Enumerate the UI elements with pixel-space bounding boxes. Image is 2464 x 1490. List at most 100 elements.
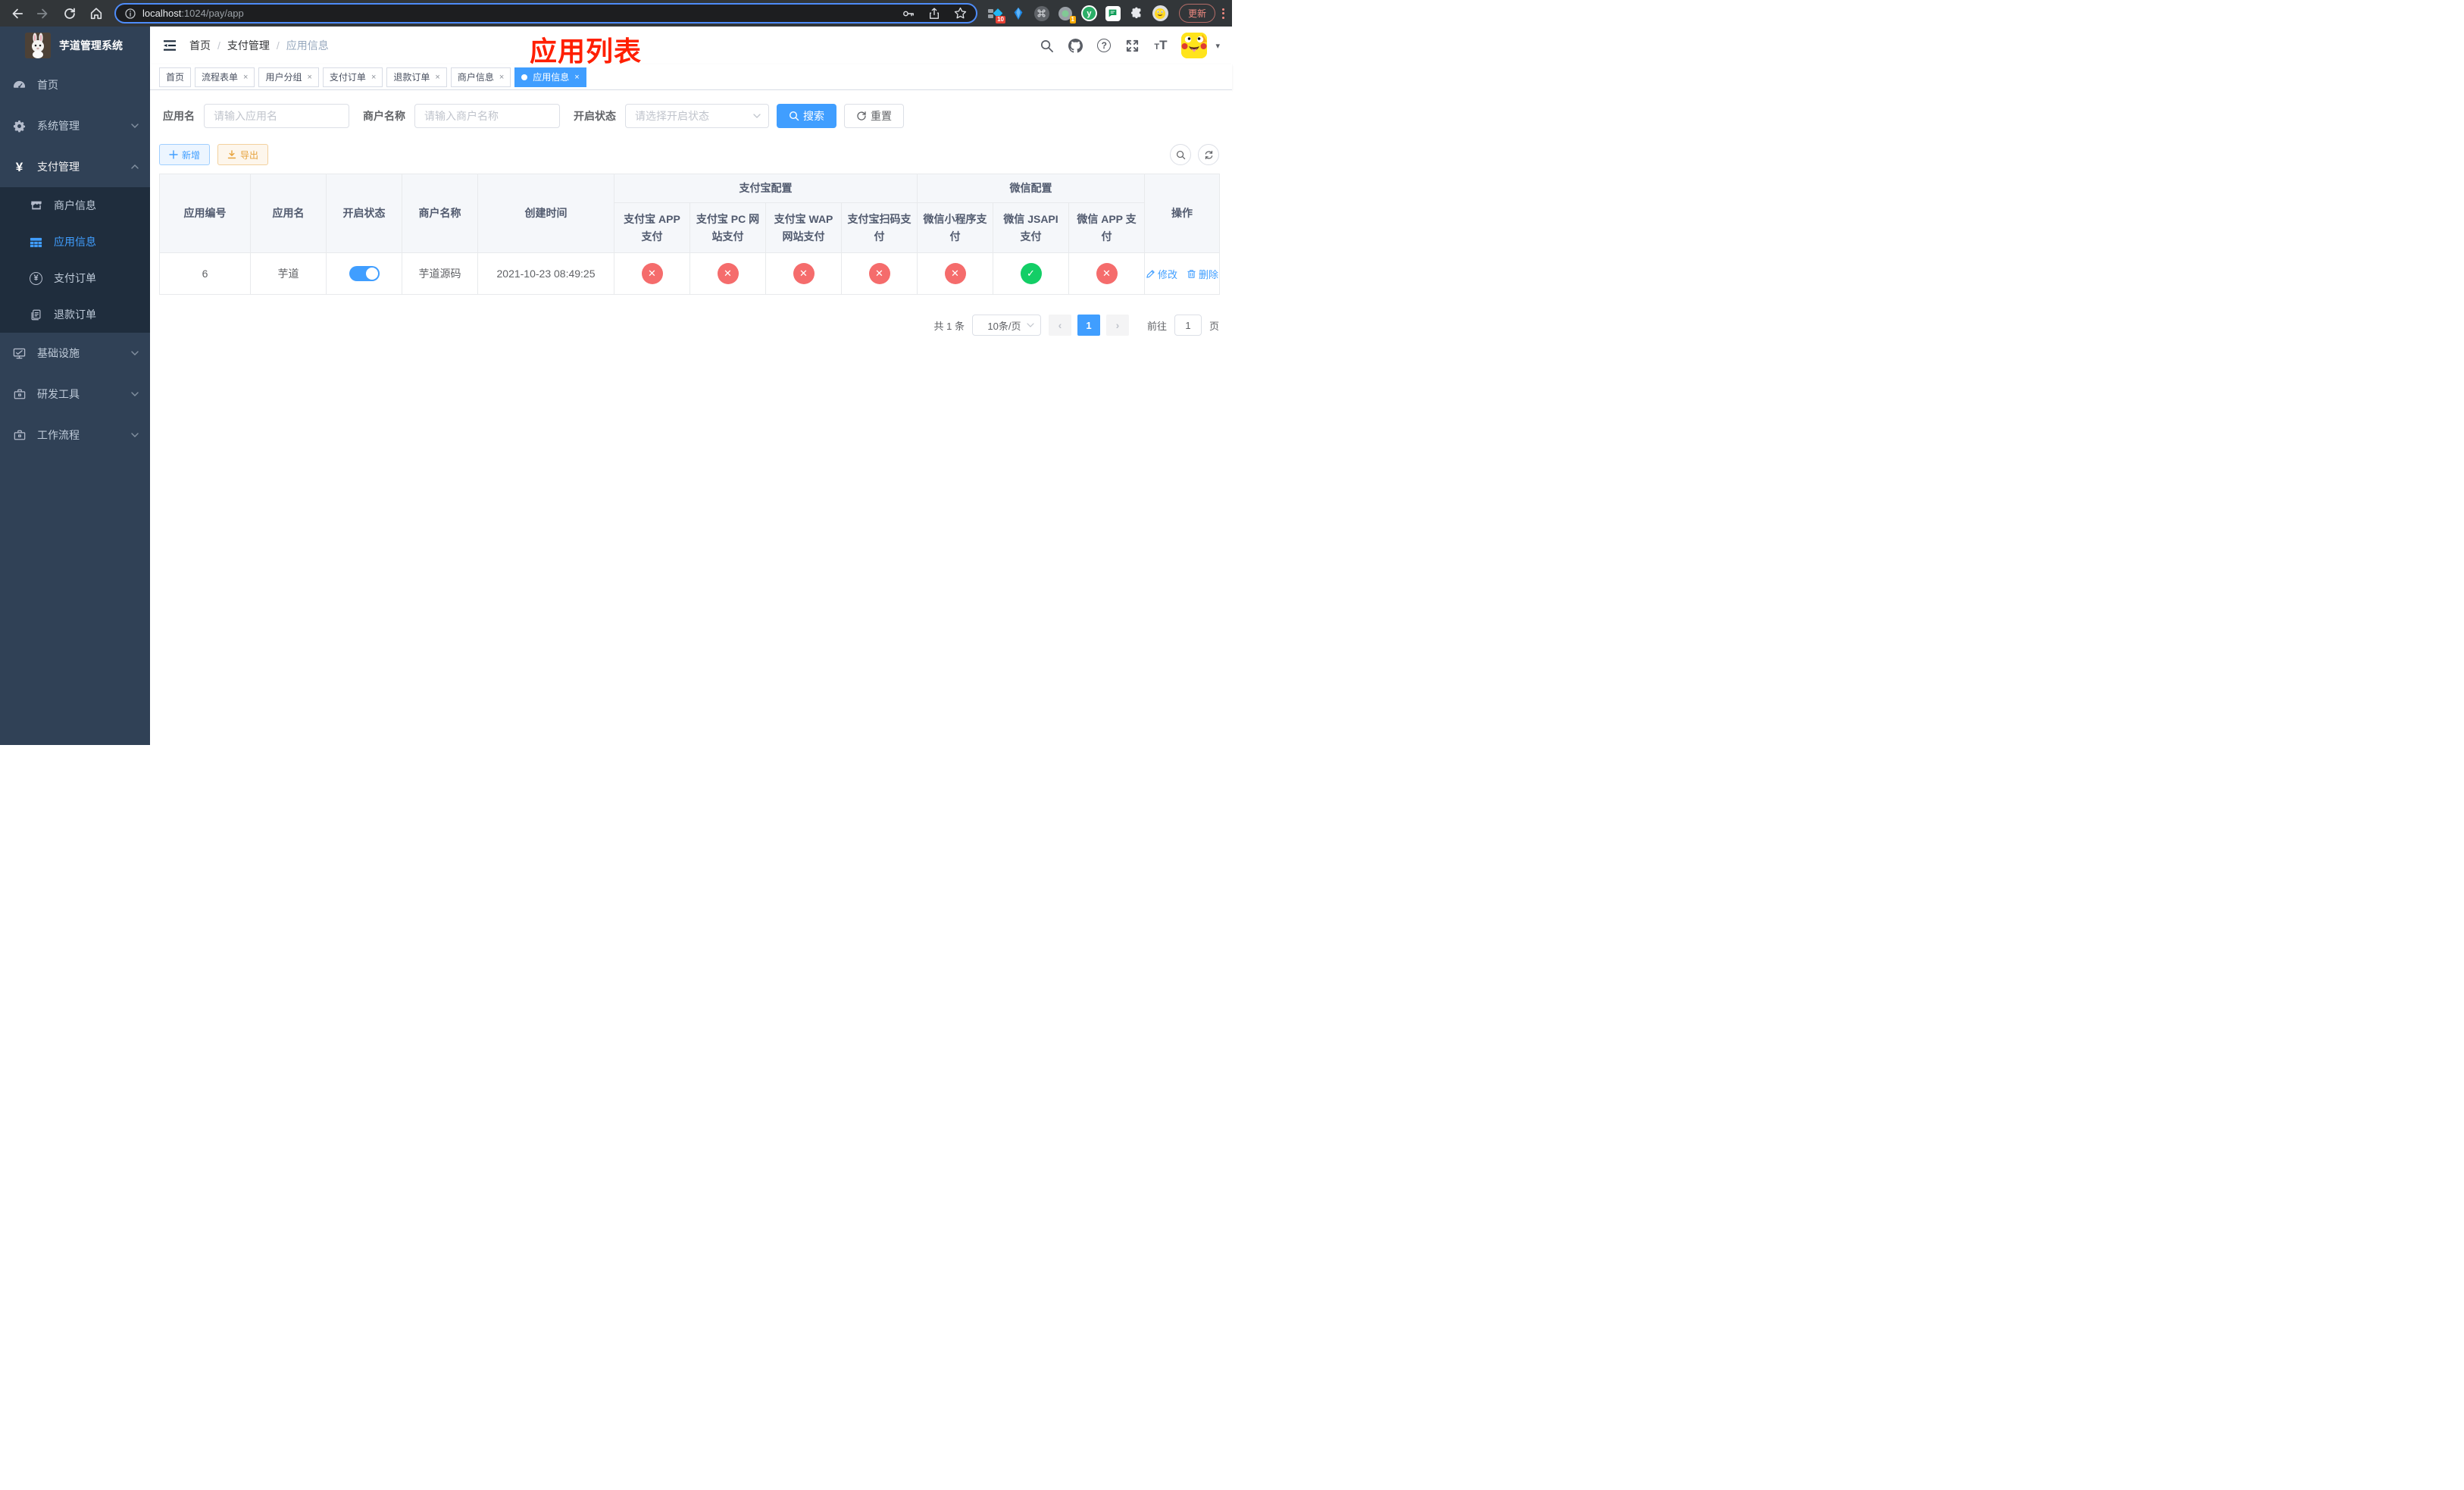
status-select[interactable]: 请选择开启状态 (625, 104, 769, 128)
cell-created: 2021-10-23 08:49:25 (477, 252, 614, 295)
col-alipay-qr: 支付宝扫码支付 (841, 202, 918, 253)
col-alipay-app: 支付宝 APP 支付 (614, 202, 690, 253)
col-created: 创建时间 (477, 174, 614, 253)
col-actions: 操作 (1144, 174, 1220, 253)
browser-update-button[interactable]: 更新 (1178, 4, 1215, 23)
tab-user-group[interactable]: 用户分组 × (258, 67, 319, 87)
status-toggle[interactable] (349, 266, 380, 281)
refresh-button[interactable] (1198, 144, 1219, 165)
col-wechat-mini: 微信小程序支付 (917, 202, 993, 253)
monitor-icon (13, 347, 26, 360)
page-number-1[interactable]: 1 (1077, 315, 1100, 336)
sidebar-item-workflow[interactable]: 工作流程 (0, 415, 150, 455)
forward-icon[interactable] (36, 7, 50, 20)
browser-nav-buttons (0, 7, 114, 20)
edit-button[interactable]: 修改 (1146, 267, 1177, 281)
close-icon[interactable]: × (499, 73, 504, 82)
chevron-down-icon (131, 433, 139, 437)
sidebar-item-pay-orders[interactable]: ¥ 支付订单 (0, 260, 150, 296)
group-alipay-config: 支付宝配置 (614, 174, 918, 203)
bookmark-star-icon[interactable] (954, 7, 967, 20)
status-cross-icon: ✕ (641, 263, 663, 284)
extension-command-icon[interactable] (1033, 5, 1049, 21)
reload-icon[interactable] (63, 7, 77, 20)
app-name-input[interactable] (204, 104, 349, 128)
github-icon[interactable] (1068, 38, 1083, 53)
close-icon[interactable]: × (574, 73, 579, 82)
extension-chat-icon[interactable] (1105, 5, 1121, 21)
sidebar-item-app-info[interactable]: 应用信息 (0, 224, 150, 260)
grid-table-icon (30, 236, 42, 249)
breadcrumb-home[interactable]: 首页 (189, 38, 211, 53)
app-table: 应用编号 应用名 开启状态 商户名称 创建时间 支付宝配置 微信配置 操作 支付… (159, 174, 1220, 295)
close-icon[interactable]: × (243, 73, 248, 82)
app-name-label: 应用名 (163, 110, 195, 122)
close-icon[interactable]: × (307, 73, 311, 82)
extensions-bar: 10 1 y (987, 5, 1168, 23)
password-key-icon[interactable] (902, 8, 915, 20)
goto-label: 前往 (1146, 320, 1167, 332)
share-icon[interactable] (928, 7, 940, 20)
url-bar[interactable]: localhost:1024/pay/app (114, 3, 977, 23)
total-count: 共 1 条 (933, 320, 965, 332)
font-size-icon[interactable]: TT (1154, 38, 1167, 53)
home-icon[interactable] (89, 7, 103, 20)
prev-page-button[interactable]: ‹ (1048, 315, 1071, 336)
col-merchant: 商户名称 (402, 174, 478, 253)
toolbox-icon (13, 388, 26, 401)
toggle-search-button[interactable] (1170, 144, 1191, 165)
sidebar-item-system[interactable]: 系统管理 (0, 105, 150, 146)
navbar-actions: ? TT ▾ (1040, 33, 1220, 58)
page-size-select[interactable]: 10条/页 (971, 315, 1041, 336)
add-button[interactable]: 新增 (159, 144, 211, 165)
col-wechat-jsapi: 微信 JSAPI 支付 (993, 202, 1069, 253)
extension-recorder-icon[interactable]: 1 (1058, 6, 1076, 23)
info-icon[interactable] (125, 8, 136, 19)
tab-app-info[interactable]: 应用信息 × (514, 67, 586, 87)
extension-yudao-icon[interactable]: y (1080, 5, 1097, 21)
extension-gem-icon[interactable] (1011, 6, 1026, 21)
yen-icon: ¥ (15, 159, 23, 174)
browser-menu-icon[interactable] (1222, 8, 1224, 19)
search-icon[interactable] (1040, 39, 1054, 53)
status-cross-icon: ✕ (717, 263, 739, 284)
extension-tampermonkey-icon[interactable]: 10 (987, 6, 1005, 23)
back-icon[interactable] (10, 7, 23, 20)
pagination: 共 1 条 10条/页 ‹ 1 › 前往 页 (159, 315, 1219, 336)
extension-emoji-icon[interactable] (1152, 5, 1168, 21)
goto-page-input[interactable] (1174, 315, 1202, 336)
avatar-caret-icon[interactable]: ▾ (1215, 41, 1220, 51)
reset-button[interactable]: 重置 (844, 104, 904, 128)
tab-home[interactable]: 首页 (159, 67, 192, 87)
sidebar-item-payment[interactable]: ¥ 支付管理 (0, 146, 150, 187)
pencil-icon (1146, 269, 1155, 278)
extensions-puzzle-icon[interactable] (1129, 6, 1144, 21)
sidebar-item-home[interactable]: 首页 (0, 64, 150, 105)
export-button[interactable]: 导出 (217, 144, 269, 165)
cell-app-id: 6 (159, 252, 251, 295)
delete-button[interactable]: 删除 (1187, 267, 1218, 281)
tab-merchant-info[interactable]: 商户信息 × (450, 67, 511, 87)
url-host: localhost (142, 8, 182, 19)
sidebar-item-infrastructure[interactable]: 基础设施 (0, 333, 150, 374)
sidebar-item-dev-tools[interactable]: 研发工具 (0, 374, 150, 415)
sidebar-item-refund-orders[interactable]: 退款订单 (0, 296, 150, 333)
sidebar-item-merchant-info[interactable]: 商户信息 (0, 187, 150, 224)
close-icon[interactable]: × (371, 73, 376, 82)
sidebar-collapse-icon[interactable] (162, 38, 177, 53)
tab-refund-orders[interactable]: 退款订单 × (386, 67, 447, 87)
merchant-name-input[interactable] (414, 104, 560, 128)
search-button[interactable]: 搜索 (777, 104, 836, 128)
help-icon[interactable]: ? (1097, 39, 1112, 52)
logo-row[interactable]: 芋道管理系统 (0, 27, 150, 64)
breadcrumb-current: 应用信息 (286, 39, 329, 52)
search-icon (1176, 150, 1185, 159)
next-page-button[interactable]: › (1105, 315, 1129, 336)
fullscreen-icon[interactable] (1125, 39, 1140, 53)
tab-pay-orders[interactable]: 支付订单 × (322, 67, 383, 87)
close-icon[interactable]: × (435, 73, 439, 82)
breadcrumb-payment[interactable]: 支付管理 (227, 38, 270, 53)
page-content: 应用名 商户名称 开启状态 请选择开启状态 搜索 重置 (150, 90, 1232, 745)
user-avatar[interactable] (1181, 33, 1208, 58)
tab-process-form[interactable]: 流程表单 × (195, 67, 255, 87)
